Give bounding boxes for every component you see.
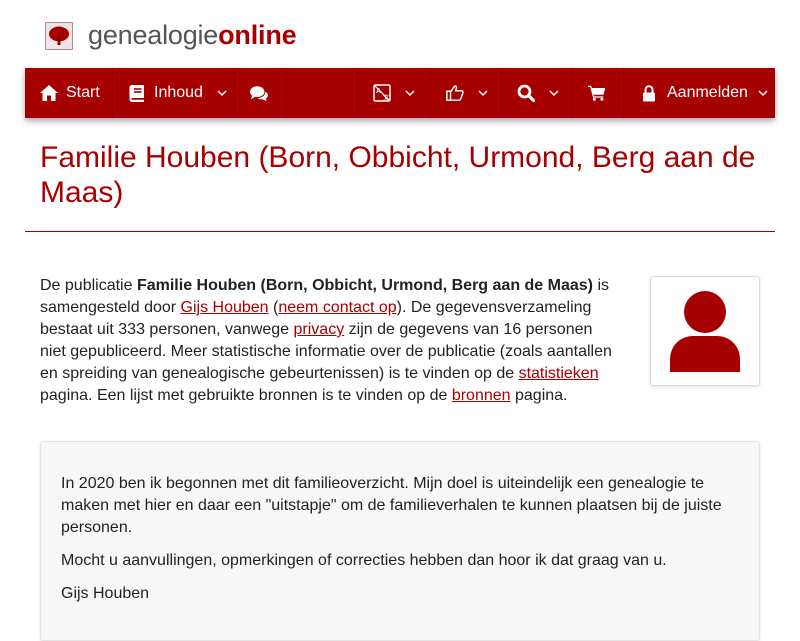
book-icon bbox=[128, 84, 146, 102]
nav-language[interactable]: A文 bbox=[358, 68, 431, 118]
page-title: Familie Houben (Born, Obbicht, Urmond, B… bbox=[40, 141, 756, 209]
chevron-down-icon bbox=[405, 89, 415, 97]
search-icon bbox=[517, 84, 535, 102]
note-paragraph-2: Mocht u aanvullingen, opmerkingen of cor… bbox=[61, 552, 667, 569]
sources-link[interactable]: bronnen bbox=[452, 387, 511, 404]
translate-icon: A文 bbox=[373, 84, 391, 102]
intro-text: pagina. bbox=[510, 387, 568, 404]
nav-start-label: Start bbox=[66, 84, 100, 101]
chevron-down-icon bbox=[549, 89, 559, 97]
nav-login-label: Aanmelden bbox=[667, 84, 748, 101]
chevron-down-icon bbox=[758, 89, 768, 97]
svg-text:A: A bbox=[376, 88, 381, 95]
nav-start[interactable]: Start bbox=[25, 68, 113, 118]
thumbs-up-icon bbox=[446, 84, 464, 102]
privacy-link[interactable]: privacy bbox=[294, 321, 345, 338]
comments-icon bbox=[250, 84, 268, 102]
contact-link[interactable]: neem contact op bbox=[278, 299, 396, 316]
shopping-cart-icon bbox=[588, 84, 606, 102]
intro-text: De publicatie bbox=[40, 277, 137, 294]
main-navbar: Start Inhoud A文 Aanmelden bbox=[25, 68, 775, 118]
lock-icon bbox=[640, 84, 658, 102]
publication-name: Familie Houben (Born, Obbicht, Urmond, B… bbox=[136, 277, 593, 294]
logo-text-plain: genealogie bbox=[88, 20, 219, 50]
publication-intro: De publicatie Familie Houben (Born, Obbi… bbox=[40, 275, 622, 407]
author-avatar[interactable] bbox=[650, 276, 760, 386]
statistics-link[interactable]: statistieken bbox=[519, 365, 599, 382]
nav-inhoud[interactable]: Inhoud bbox=[113, 68, 235, 118]
title-divider bbox=[25, 231, 775, 232]
site-header: genealogieonline Start Inhoud A文 Aanmeld… bbox=[0, 0, 800, 118]
home-icon bbox=[40, 84, 58, 102]
chevron-down-icon bbox=[478, 89, 488, 97]
nav-like[interactable] bbox=[431, 68, 502, 118]
nav-login[interactable]: Aanmelden bbox=[624, 68, 775, 118]
intro-text: ( bbox=[268, 299, 279, 316]
intro-text: pagina. Een lijst met gebruikte bronnen … bbox=[40, 387, 452, 404]
note-signature: Gijs Houben bbox=[61, 585, 150, 602]
chevron-down-icon bbox=[217, 89, 227, 97]
user-icon bbox=[658, 284, 752, 378]
nav-spacer bbox=[287, 68, 358, 118]
logo-text-accent: online bbox=[218, 20, 297, 50]
note-paragraph-1: In 2020 ben ik begonnen met dit familieo… bbox=[61, 475, 722, 536]
nav-cart[interactable] bbox=[573, 68, 624, 118]
nav-search[interactable] bbox=[502, 68, 573, 118]
logo-text: genealogieonline bbox=[88, 20, 297, 51]
nav-inhoud-label: Inhoud bbox=[154, 84, 203, 101]
svg-text:文: 文 bbox=[383, 92, 390, 101]
site-logo[interactable]: genealogieonline bbox=[45, 20, 297, 51]
tree-icon bbox=[45, 21, 73, 50]
author-link[interactable]: Gijs Houben bbox=[181, 299, 269, 316]
nav-forum[interactable] bbox=[235, 68, 287, 118]
author-note: In 2020 ben ik begonnen met dit familieo… bbox=[40, 441, 760, 641]
